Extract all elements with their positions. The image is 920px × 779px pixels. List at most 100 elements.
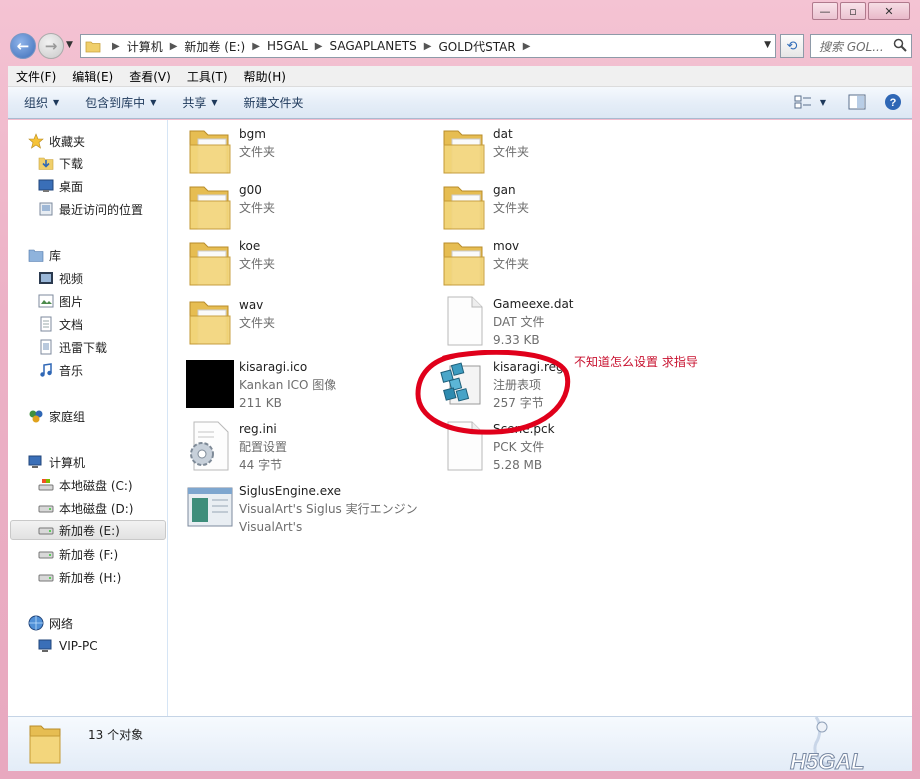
menu-view[interactable]: 查看(V) — [121, 68, 179, 85]
file-item-mov[interactable]: mov 文件夹 — [440, 237, 529, 289]
nav-item-label: 图片 — [59, 294, 84, 309]
forward-button[interactable]: → — [38, 33, 64, 59]
nav-item-label: 新加卷 (F:) — [59, 547, 119, 562]
breadcrumb-separator[interactable]: ▶ — [315, 41, 323, 52]
nav-item-drive-h[interactable]: 新加卷 (H:) — [38, 567, 121, 587]
nav-item-videos[interactable]: 视频 — [38, 268, 83, 288]
refresh-button[interactable]: ⟲ — [780, 34, 804, 58]
chevron-down-icon: ▼ — [819, 97, 826, 107]
menu-tools[interactable]: 工具(T) — [179, 68, 236, 85]
file-type: PCK 文件 — [493, 440, 545, 454]
nav-item-desktop[interactable]: 桌面 — [38, 176, 83, 196]
music-icon — [40, 363, 52, 377]
nav-favorites[interactable]: 收藏夹 — [28, 131, 85, 151]
file-name: kisaragi.ico — [239, 360, 308, 374]
file-item-gan[interactable]: gan 文件夹 — [440, 181, 529, 233]
file-type: Kankan ICO 图像 — [239, 378, 337, 392]
nav-item-thunder-downloads[interactable]: 迅雷下载 — [38, 337, 107, 357]
file-item-koe[interactable]: koe 文件夹 — [186, 237, 275, 289]
nav-item-vip-pc[interactable]: VIP-PC — [38, 636, 98, 656]
menu-help[interactable]: 帮助(H) — [236, 68, 294, 85]
file-item-siglusengine-exe[interactable]: SiglusEngine.exe VisualArt's Siglus 実行エン… — [186, 482, 418, 536]
file-item-wav[interactable]: wav 文件夹 — [186, 296, 275, 348]
breadcrumb-separator[interactable]: ▶ — [424, 41, 432, 52]
preview-pane-icon[interactable] — [848, 94, 866, 110]
nav-item-drive-e[interactable]: 新加卷 (E:) — [10, 520, 166, 540]
folder-icon — [443, 130, 485, 174]
nav-favorites-label: 收藏夹 — [49, 134, 86, 149]
nav-item-documents[interactable]: 文档 — [38, 314, 83, 334]
folder-icon — [443, 186, 485, 230]
close-button[interactable]: ✕ — [868, 2, 910, 20]
file-item-bgm[interactable]: bgm 文件夹 — [186, 125, 275, 177]
desktop-icon — [38, 179, 54, 192]
breadcrumb-drive-e[interactable]: 新加卷 (E:) — [184, 38, 245, 55]
breadcrumb-gold-star[interactable]: GOLD代STAR — [438, 38, 515, 55]
downloads-folder-icon — [38, 157, 54, 170]
nav-item-drive-c[interactable]: 本地磁盘 (C:) — [38, 475, 133, 495]
svg-text:?: ? — [890, 97, 897, 109]
help-icon[interactable]: ? — [884, 93, 902, 111]
file-name: koe — [239, 239, 261, 253]
share-button[interactable]: 共享 ▼ — [172, 94, 227, 111]
organize-button[interactable]: 组织 ▼ — [14, 94, 69, 111]
file-item-kisaragi-ico[interactable]: kisaragi.ico Kankan ICO 图像 211 KB — [186, 358, 336, 412]
maximize-button[interactable]: ▫ — [840, 2, 866, 20]
file-type: 文件夹 — [239, 257, 276, 271]
file-name: dat — [493, 127, 513, 141]
new-folder-button[interactable]: 新建文件夹 — [234, 94, 314, 111]
folder-icon — [29, 725, 61, 764]
chevron-down-icon: ▼ — [211, 98, 218, 107]
nav-item-label: 最近访问的位置 — [59, 202, 144, 217]
nav-item-drive-d[interactable]: 本地磁盘 (D:) — [38, 498, 133, 518]
menu-edit[interactable]: 编辑(E) — [64, 68, 121, 85]
file-item-dat[interactable]: dat 文件夹 — [440, 125, 529, 177]
breadcrumb-h5gal[interactable]: H5GAL — [267, 39, 308, 53]
nav-homegroup-label: 家庭组 — [49, 409, 86, 424]
drive-icon — [38, 505, 54, 513]
drive-icon — [38, 551, 54, 559]
nav-item-pictures[interactable]: 图片 — [38, 291, 83, 311]
search-placeholder: 搜索 GOL... — [819, 39, 884, 54]
annotation-circle — [415, 350, 571, 435]
minimize-button[interactable]: — — [812, 2, 838, 20]
chevron-down-icon[interactable]: ▼ — [764, 40, 771, 50]
breadcrumb-separator[interactable]: ▶ — [252, 41, 260, 52]
nav-item-label: 新加卷 (E:) — [59, 523, 120, 538]
nav-item-music[interactable]: 音乐 — [38, 360, 83, 380]
file-item-reg-ini[interactable]: reg.ini 配置设置 44 字节 — [186, 420, 287, 474]
nav-network[interactable]: 网络 — [28, 613, 73, 633]
nav-homegroup[interactable]: 家庭组 — [28, 406, 85, 426]
folder-icon — [189, 242, 231, 286]
include-library-button[interactable]: 包含到库中 ▼ — [75, 94, 166, 111]
nav-item-label: 视频 — [59, 271, 84, 286]
breadcrumb-sagaplanets[interactable]: SAGAPLANETS — [330, 39, 417, 53]
nav-libraries[interactable]: 库 — [28, 245, 61, 265]
nav-item-drive-f[interactable]: 新加卷 (F:) — [38, 544, 118, 564]
item-count: 13 个对象 — [88, 728, 144, 742]
file-item-gameexe-dat[interactable]: Gameexe.dat DAT 文件 9.33 KB — [440, 295, 574, 349]
nav-item-label: 迅雷下载 — [59, 340, 108, 355]
drive-icon — [38, 574, 54, 582]
recent-pages-dropdown[interactable]: ▼ — [66, 40, 73, 50]
file-type: 文件夹 — [239, 145, 276, 159]
breadcrumb-separator[interactable]: ▶ — [170, 41, 178, 52]
view-list-icon — [794, 95, 811, 109]
navigation-pane: 收藏夹 下载 桌面 最近访问的位置 库 视频 图片 文档 迅雷下载 音乐 家庭组… — [8, 120, 168, 716]
breadcrumb-computer[interactable]: 计算机 — [127, 38, 163, 55]
nav-item-label: VIP-PC — [59, 639, 98, 653]
nav-item-recent-places[interactable]: 最近访问的位置 — [38, 199, 143, 219]
annotation-note: 不知道怎么设置 求指导 — [574, 355, 698, 369]
breadcrumb-separator[interactable]: ▶ — [523, 41, 531, 52]
nav-computer[interactable]: 计算机 — [28, 452, 85, 472]
back-button[interactable]: ← — [10, 33, 36, 59]
nav-item-downloads[interactable]: 下载 — [38, 153, 83, 173]
change-view-button[interactable]: ▼ — [794, 94, 826, 110]
search-input[interactable]: 搜索 GOL... — [810, 34, 912, 58]
file-type: DAT 文件 — [493, 315, 545, 329]
address-bar[interactable]: ▶ 计算机 ▶ 新加卷 (E:) ▶ H5GAL ▶ SAGAPLANETS ▶… — [80, 34, 776, 58]
nav-item-label: 本地磁盘 (C:) — [59, 478, 133, 493]
menu-file[interactable]: 文件(F) — [8, 68, 64, 85]
file-item-g00[interactable]: g00 文件夹 — [186, 181, 275, 233]
thunder-downloads-icon — [40, 339, 52, 355]
